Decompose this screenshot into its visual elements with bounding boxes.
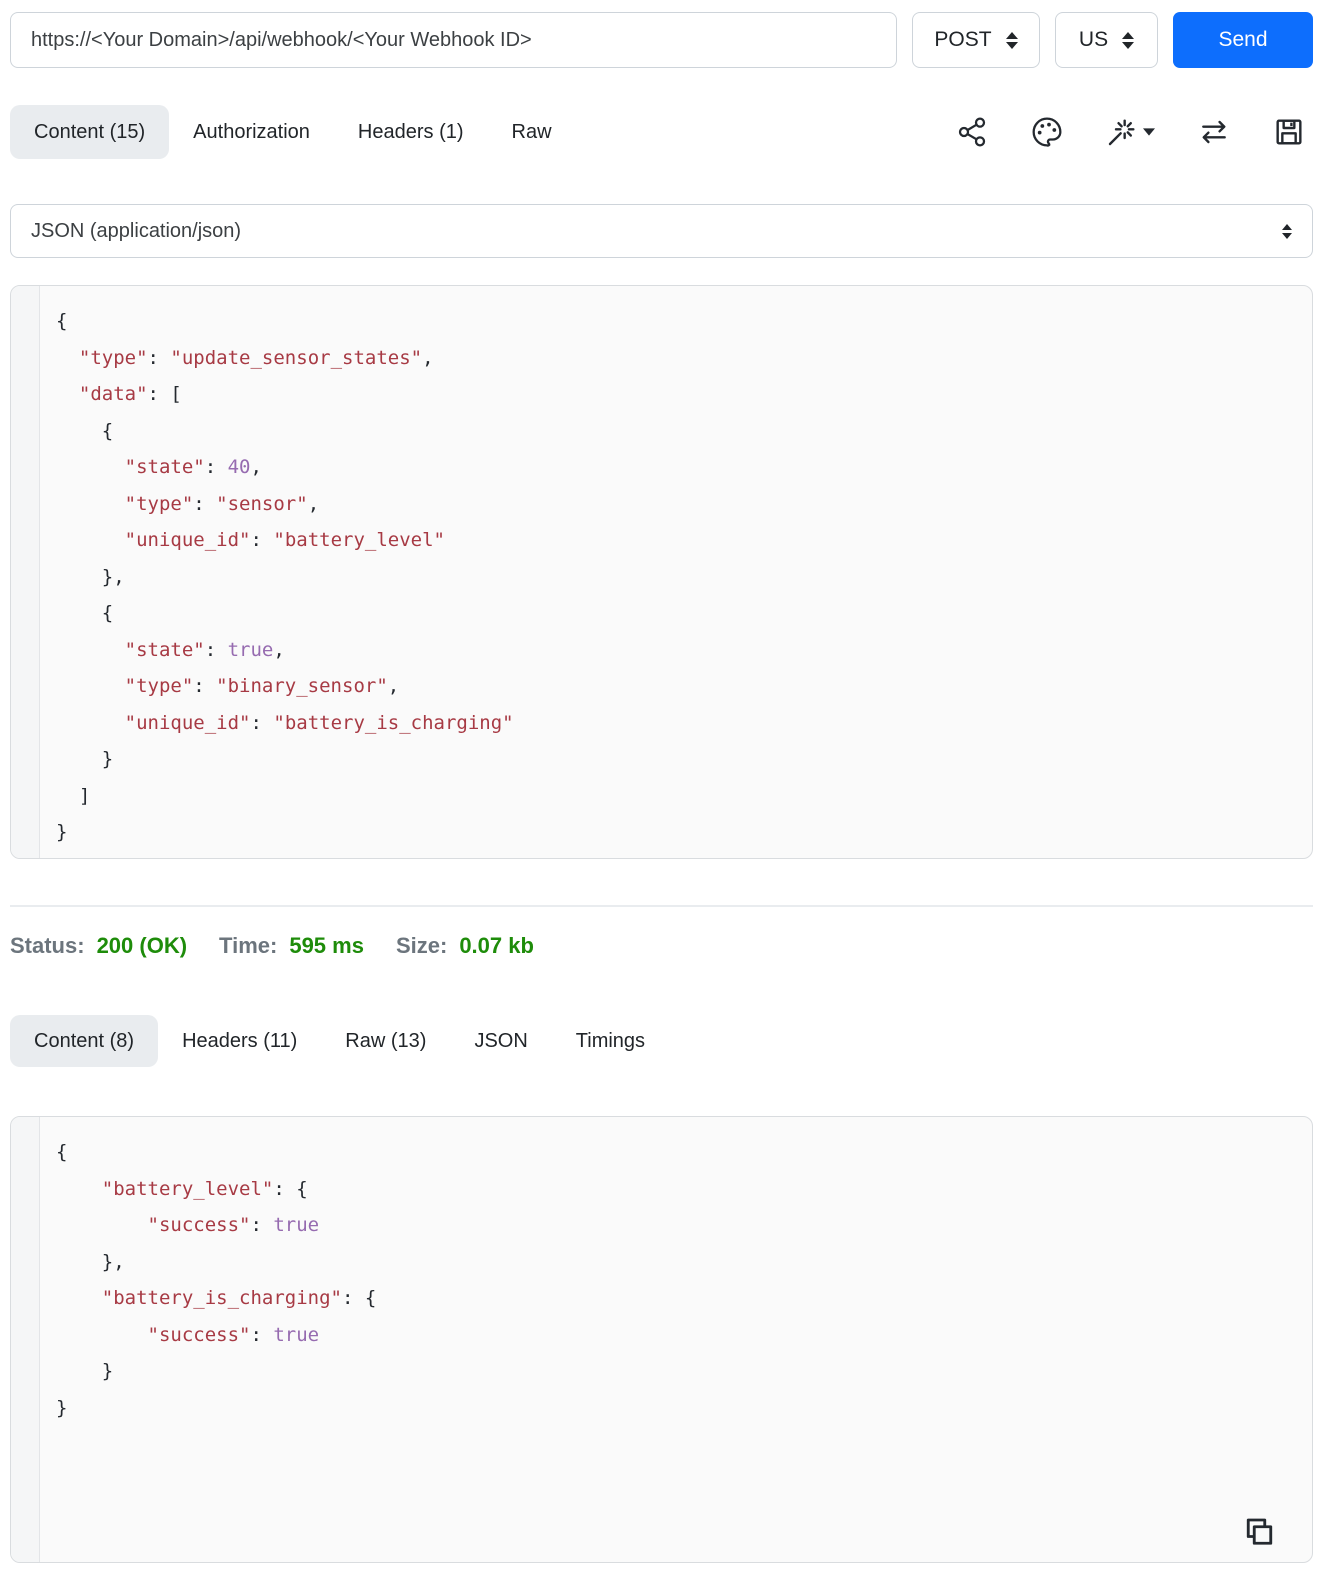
url-input[interactable] [10, 12, 897, 68]
request-body-code: { "type": "update_sensor_states", "data"… [56, 310, 514, 843]
select-updown-icon [1005, 31, 1018, 49]
api-tester-app: POST US Send Content (15) Authorization … [0, 0, 1335, 1579]
size-label: Size: [395, 933, 448, 958]
select-updown-icon [1122, 31, 1135, 49]
share-button[interactable] [956, 116, 988, 148]
request-icon-toolbar [956, 116, 1305, 148]
locale-select[interactable]: US [1055, 12, 1158, 68]
editor-gutter [11, 286, 40, 858]
status-label: Status: [10, 933, 85, 958]
locale-select-value: US [1078, 28, 1109, 51]
tab-request-raw[interactable]: Raw [488, 105, 576, 159]
copy-icon [1246, 1518, 1273, 1545]
swap-button[interactable] [1198, 116, 1230, 148]
tab-response-content[interactable]: Content (8) [10, 1015, 159, 1067]
time-label: Time: [219, 933, 278, 958]
copy-response-button[interactable] [1240, 1514, 1276, 1550]
request-tabs: Content (15) Authorization Headers (1) R… [10, 105, 1313, 159]
select-updown-icon [1282, 223, 1292, 239]
response-body-viewer: { "battery_level": { "success": true }, … [10, 1116, 1313, 1563]
time-value: 595 ms [289, 933, 364, 958]
tab-request-content[interactable]: Content (15) [10, 105, 170, 159]
share-icon [958, 117, 986, 147]
request-body-editor[interactable]: { "type": "update_sensor_states", "data"… [10, 285, 1313, 859]
size-value: 0.07 kb [459, 933, 534, 958]
tab-request-authorization[interactable]: Authorization [169, 105, 334, 159]
theme-palette-button[interactable] [1031, 116, 1063, 148]
method-select-value: POST [934, 28, 992, 51]
beautify-menu-button[interactable] [1106, 116, 1155, 148]
response-tabs: Content (8) Headers (11) Raw (13) JSON T… [10, 1015, 1313, 1067]
magic-wand-icon [1108, 119, 1135, 146]
save-button[interactable] [1273, 116, 1305, 148]
response-body-code: { "battery_level": { "success": true }, … [56, 1141, 377, 1419]
tab-response-raw[interactable]: Raw (13) [321, 1015, 450, 1067]
body-type-select[interactable]: JSON (application/json) [10, 204, 1313, 258]
send-button[interactable]: Send [1173, 12, 1313, 68]
viewer-gutter [11, 1117, 40, 1562]
swap-arrows-icon [1202, 120, 1226, 144]
palette-icon [1032, 117, 1062, 147]
tab-request-headers[interactable]: Headers (1) [334, 105, 488, 159]
status-value: 200 (OK) [96, 933, 188, 958]
save-icon [1276, 119, 1302, 145]
request-toolbar: POST US Send [10, 12, 1313, 68]
method-select[interactable]: POST [912, 12, 1040, 68]
body-type-select-value: JSON (application/json) [31, 219, 242, 242]
tab-response-headers[interactable]: Headers (11) [158, 1015, 321, 1067]
section-divider [10, 905, 1313, 907]
chevron-down-icon [1143, 128, 1155, 136]
response-status-bar: Status: 200 (OK) Time: 595 ms Size: 0.07… [10, 933, 1313, 959]
tab-response-json[interactable]: JSON [450, 1015, 551, 1067]
tab-response-timings[interactable]: Timings [552, 1015, 669, 1067]
